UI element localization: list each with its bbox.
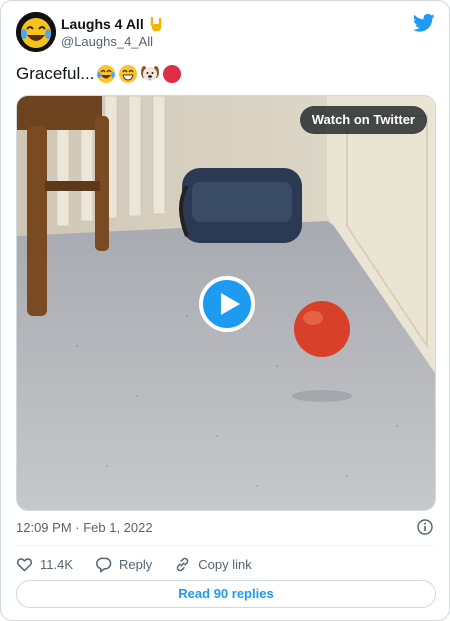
dog-face-icon	[141, 66, 160, 81]
heart-icon	[16, 557, 33, 571]
red-circle-icon	[163, 65, 182, 83]
author-name[interactable]: Laughs 4 All	[61, 15, 164, 33]
link-icon	[176, 557, 189, 571]
author-handle[interactable]: @Laughs_4_All	[61, 33, 164, 51]
info-icon[interactable]	[417, 519, 433, 535]
tweet-text-content: Graceful...	[16, 64, 95, 83]
play-icon	[221, 293, 240, 315]
author-avatar[interactable]	[16, 12, 56, 52]
read-replies-button[interactable]: Read 90 replies	[16, 580, 436, 608]
copy-link-label: Copy link	[198, 556, 252, 572]
reply-bubble-icon	[96, 557, 112, 572]
video-player[interactable]: Watch on Twitter	[16, 95, 436, 511]
grinning-face-icon	[119, 65, 138, 83]
tweet-card: Laughs 4 All @Laughs_4_All Graceful... W…	[0, 0, 450, 621]
tweet-timestamp[interactable]: 12:09 PM · Feb 1, 2022	[16, 519, 153, 537]
divider	[16, 545, 434, 546]
tweet-text: Graceful...	[16, 63, 182, 85]
author-name-text: Laughs 4 All	[61, 16, 144, 32]
author-block[interactable]: Laughs 4 All @Laughs_4_All	[61, 15, 164, 51]
copy-link-button[interactable]: Copy link	[174, 556, 252, 573]
twitter-bird-icon[interactable]	[413, 13, 435, 33]
play-button[interactable]	[199, 276, 255, 332]
like-button[interactable]: 11.4K	[16, 556, 73, 573]
hand-horns-icon	[150, 16, 161, 31]
face-with-tears-of-joy-icon	[97, 65, 116, 83]
like-count: 11.4K	[40, 556, 74, 572]
tweet-actions: 11.4K Reply Copy link	[16, 554, 274, 574]
laughing-emoji-avatar-icon	[16, 12, 56, 52]
reply-label: Reply	[119, 556, 153, 572]
watch-on-twitter-button[interactable]: Watch on Twitter	[299, 106, 427, 134]
reply-button[interactable]: Reply	[95, 556, 152, 573]
